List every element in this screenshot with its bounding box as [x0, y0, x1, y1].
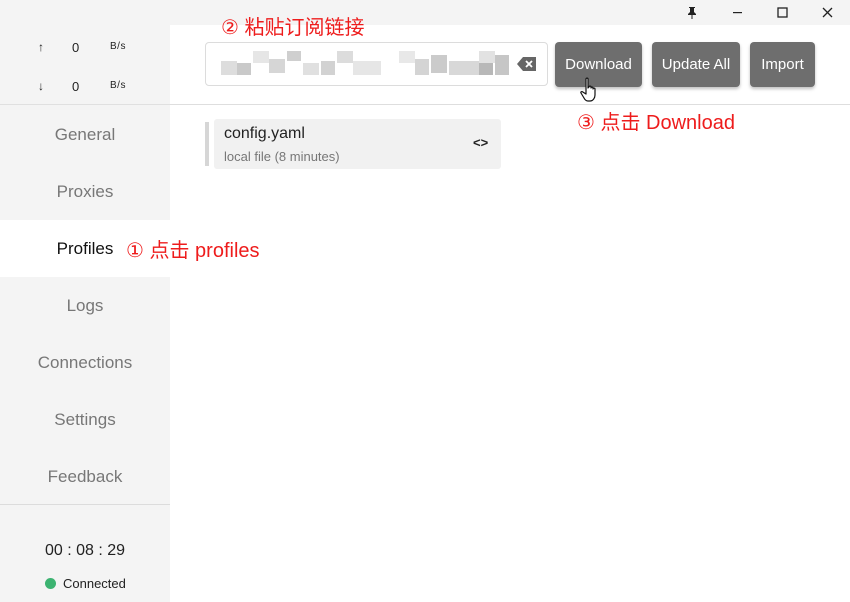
connection-label: Connected [63, 576, 126, 591]
sidebar-item-connections[interactable]: Connections [0, 334, 170, 391]
profile-name: config.yaml [224, 125, 305, 142]
title-bar [0, 0, 850, 25]
connection-status: Connected [45, 576, 126, 591]
sidebar: ↑ 0 B/s ↓ 0 B/s General Proxies Profiles… [0, 25, 170, 602]
edit-code-icon[interactable]: <> [473, 135, 488, 150]
annotation-step-3: ③ 点击 Download [577, 112, 735, 134]
download-speed: ↓ 0 B/s [0, 77, 170, 97]
sidebar-item-settings[interactable]: Settings [0, 391, 170, 448]
divider [0, 104, 170, 105]
uptime-timer: 00 : 08 : 29 [44, 542, 126, 559]
sidebar-item-logs[interactable]: Logs [0, 277, 170, 334]
download-value: 0 [72, 79, 80, 94]
profile-indicator-bar [205, 122, 209, 166]
clear-input-icon[interactable] [517, 56, 537, 72]
sidebar-item-general[interactable]: General [0, 106, 170, 163]
maximize-icon[interactable] [760, 0, 805, 25]
profile-card[interactable]: config.yaml local file (8 minutes) <> [214, 119, 501, 169]
profile-subtitle: local file (8 minutes) [224, 149, 340, 164]
upload-unit: B/s [110, 41, 126, 52]
divider [0, 504, 170, 505]
upload-speed: ↑ 0 B/s [0, 38, 170, 58]
minimize-icon[interactable] [715, 0, 760, 25]
status-dot-icon [45, 578, 56, 589]
annotation-step-1: ① 点击 profiles [126, 240, 260, 262]
sidebar-item-feedback[interactable]: Feedback [0, 448, 170, 505]
close-icon[interactable] [805, 0, 850, 25]
upload-arrow-icon: ↑ [38, 40, 44, 54]
hand-cursor-icon [580, 77, 602, 103]
upload-value: 0 [72, 40, 80, 55]
pin-icon[interactable] [669, 0, 714, 25]
download-arrow-icon: ↓ [38, 79, 44, 93]
divider [170, 104, 850, 105]
annotation-step-2: ② 粘贴订阅链接 [221, 17, 365, 39]
import-button[interactable]: Import [750, 42, 815, 87]
sidebar-item-proxies[interactable]: Proxies [0, 163, 170, 220]
update-all-button[interactable]: Update All [652, 42, 740, 87]
download-unit: B/s [110, 80, 126, 91]
subscription-url-input[interactable] [205, 42, 548, 86]
redacted-url-mosaic [221, 51, 511, 79]
